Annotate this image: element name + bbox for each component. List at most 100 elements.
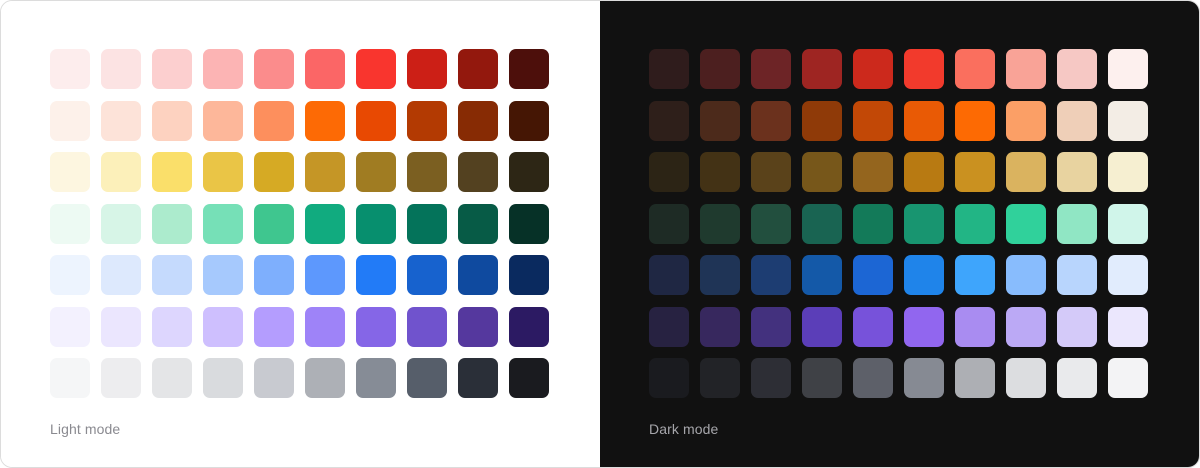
dark-swatch-3-7 bbox=[1006, 203, 1046, 244]
dark-swatch-0-3 bbox=[802, 49, 842, 89]
light-swatch-1-4 bbox=[254, 100, 294, 141]
light-swatch-4-4 bbox=[254, 255, 294, 295]
dark-swatch-1-1 bbox=[700, 100, 740, 141]
dark-swatch-3-3 bbox=[802, 203, 842, 244]
dark-swatch-2-4 bbox=[853, 152, 893, 192]
light-swatch-6-5 bbox=[305, 358, 345, 398]
light-swatch-3-4 bbox=[254, 203, 294, 244]
light-swatch-6-0 bbox=[50, 358, 90, 398]
light-swatch-5-5 bbox=[305, 306, 345, 347]
dark-swatch-0-6 bbox=[955, 49, 995, 89]
light-swatch-4-1 bbox=[101, 255, 141, 295]
light-swatch-2-7 bbox=[407, 152, 447, 192]
light-swatch-4-3 bbox=[203, 255, 243, 295]
light-swatch-1-3 bbox=[203, 100, 243, 141]
light-swatch-4-7 bbox=[407, 255, 447, 295]
dark-mode-label: Dark mode bbox=[649, 421, 719, 437]
light-swatch-5-0 bbox=[50, 306, 90, 347]
light-swatch-4-8 bbox=[458, 255, 498, 295]
dark-swatch-3-0 bbox=[649, 203, 689, 244]
light-swatch-1-8 bbox=[458, 100, 498, 141]
dark-swatch-1-8 bbox=[1057, 100, 1097, 141]
light-swatch-5-8 bbox=[458, 306, 498, 347]
dark-swatch-5-2 bbox=[751, 306, 791, 347]
dark-swatch-1-3 bbox=[802, 100, 842, 141]
dark-swatch-0-8 bbox=[1057, 49, 1097, 89]
light-swatch-3-9 bbox=[509, 203, 549, 244]
dark-swatch-3-5 bbox=[904, 203, 944, 244]
light-swatch-2-3 bbox=[203, 152, 243, 192]
dark-swatch-4-4 bbox=[853, 255, 893, 295]
light-swatch-3-8 bbox=[458, 203, 498, 244]
light-swatch-2-4 bbox=[254, 152, 294, 192]
dark-swatch-0-0 bbox=[649, 49, 689, 89]
dark-swatch-5-4 bbox=[853, 306, 893, 347]
dark-swatch-3-1 bbox=[700, 203, 740, 244]
light-swatch-0-4 bbox=[254, 49, 294, 89]
light-swatch-5-3 bbox=[203, 306, 243, 347]
light-swatch-0-9 bbox=[509, 49, 549, 89]
light-swatch-3-5 bbox=[305, 203, 345, 244]
dark-swatch-1-2 bbox=[751, 100, 791, 141]
light-swatch-6-9 bbox=[509, 358, 549, 398]
light-swatch-5-6 bbox=[356, 306, 396, 347]
dark-swatch-6-6 bbox=[955, 358, 995, 398]
dark-swatch-6-7 bbox=[1006, 358, 1046, 398]
light-swatch-0-5 bbox=[305, 49, 345, 89]
dark-mode-panel: Dark mode bbox=[600, 1, 1199, 467]
light-swatch-0-8 bbox=[458, 49, 498, 89]
light-swatch-6-1 bbox=[101, 358, 141, 398]
light-swatch-4-5 bbox=[305, 255, 345, 295]
dark-swatch-3-8 bbox=[1057, 203, 1097, 244]
light-swatch-3-3 bbox=[203, 203, 243, 244]
dark-swatch-2-0 bbox=[649, 152, 689, 192]
light-swatch-1-0 bbox=[50, 100, 90, 141]
light-swatch-6-4 bbox=[254, 358, 294, 398]
dark-swatch-4-0 bbox=[649, 255, 689, 295]
light-swatch-5-9 bbox=[509, 306, 549, 347]
dark-swatch-4-8 bbox=[1057, 255, 1097, 295]
dark-swatch-6-2 bbox=[751, 358, 791, 398]
dark-swatch-3-6 bbox=[955, 203, 995, 244]
dark-swatch-4-1 bbox=[700, 255, 740, 295]
light-swatch-3-1 bbox=[101, 203, 141, 244]
dark-swatch-1-6 bbox=[955, 100, 995, 141]
dark-swatch-5-1 bbox=[700, 306, 740, 347]
dark-swatch-2-3 bbox=[802, 152, 842, 192]
dark-swatch-0-9 bbox=[1108, 49, 1148, 89]
light-swatch-6-6 bbox=[356, 358, 396, 398]
light-swatch-1-7 bbox=[407, 100, 447, 141]
dark-swatch-3-9 bbox=[1108, 203, 1148, 244]
dark-swatch-5-6 bbox=[955, 306, 995, 347]
light-swatch-4-6 bbox=[356, 255, 396, 295]
light-swatch-1-6 bbox=[356, 100, 396, 141]
dark-swatch-0-2 bbox=[751, 49, 791, 89]
light-swatch-6-8 bbox=[458, 358, 498, 398]
light-swatch-2-9 bbox=[509, 152, 549, 192]
dark-swatch-2-8 bbox=[1057, 152, 1097, 192]
light-swatch-1-5 bbox=[305, 100, 345, 141]
light-swatch-0-6 bbox=[356, 49, 396, 89]
light-mode-swatch-grid bbox=[50, 49, 549, 398]
light-swatch-3-2 bbox=[152, 203, 192, 244]
dark-swatch-5-8 bbox=[1057, 306, 1097, 347]
light-swatch-5-1 bbox=[101, 306, 141, 347]
light-swatch-3-0 bbox=[50, 203, 90, 244]
dark-swatch-6-0 bbox=[649, 358, 689, 398]
dark-swatch-5-5 bbox=[904, 306, 944, 347]
dark-swatch-0-1 bbox=[700, 49, 740, 89]
dark-swatch-0-5 bbox=[904, 49, 944, 89]
dark-swatch-6-5 bbox=[904, 358, 944, 398]
dark-swatch-6-4 bbox=[853, 358, 893, 398]
light-swatch-2-6 bbox=[356, 152, 396, 192]
light-swatch-3-6 bbox=[356, 203, 396, 244]
light-swatch-5-4 bbox=[254, 306, 294, 347]
dark-swatch-2-1 bbox=[700, 152, 740, 192]
dark-swatch-1-0 bbox=[649, 100, 689, 141]
dark-swatch-6-1 bbox=[700, 358, 740, 398]
light-swatch-1-2 bbox=[152, 100, 192, 141]
dark-swatch-5-3 bbox=[802, 306, 842, 347]
dark-swatch-5-0 bbox=[649, 306, 689, 347]
dark-swatch-1-4 bbox=[853, 100, 893, 141]
dark-swatch-3-2 bbox=[751, 203, 791, 244]
